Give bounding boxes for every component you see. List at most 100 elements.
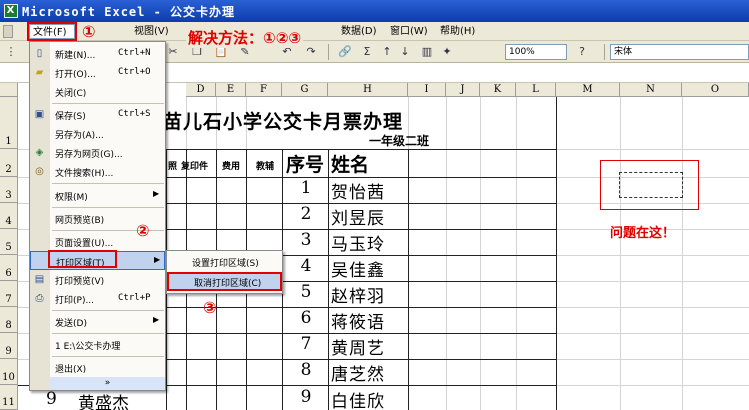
cell-seq[interactable]: 9 [286,387,326,407]
column-header-m[interactable]: M [556,83,620,97]
menu-view[interactable]: 视图(V) [134,24,169,39]
cell-name[interactable]: 蒋筱语 [331,308,385,333]
cell-seq[interactable]: 9 [46,389,57,409]
cell-name[interactable]: 黄周艺 [331,334,385,359]
cell-name[interactable]: 刘昱辰 [331,204,385,229]
menu-item-recent-file[interactable]: 1 E:\公交卡办理 [30,335,165,354]
cell-seq[interactable]: 1 [286,178,326,198]
menu-item-save-as[interactable]: 另存为(A)... [30,124,165,143]
menu-item-label: 另存为(A)... [55,131,104,141]
column-header-g[interactable]: G [282,83,328,97]
menu-separator [52,183,164,184]
column-header-f[interactable]: F [246,83,282,97]
row-header-3[interactable]: 3 [0,177,18,203]
cell-name[interactable]: 马玉玲 [331,230,385,255]
cell-seq[interactable]: 2 [286,204,326,224]
row-header-1[interactable]: 1 [0,97,18,149]
menu-item-label: 打开(O)... [55,70,96,80]
menu-item-save-as-web[interactable]: ◈ 另存为网页(G)... [30,143,165,162]
cell-seq[interactable]: 7 [286,334,326,354]
menu-item-exit[interactable]: 退出(X) [30,358,165,377]
menu-item-label: 打印(P)... [55,296,95,306]
menu-item-label: 1 E:\公交卡办理 [55,342,121,352]
row-header-7[interactable]: 7 [0,281,18,307]
menu-item-close[interactable]: 关闭(C) [30,82,165,101]
column-header-i[interactable]: I [408,83,446,97]
row-header-9[interactable]: 9 [0,333,18,359]
menu-item-set-print-area[interactable]: 设置打印区域(S) [167,252,282,271]
cell-name[interactable]: 白佳欣 [331,387,385,410]
row-header-11[interactable]: 11 [0,385,18,410]
column-header-k[interactable]: K [480,83,516,97]
title-bar: X Microsoft Excel - 公交卡办理 [0,0,749,22]
format-painter-icon[interactable]: ✂ [166,45,180,59]
table-border [328,149,329,410]
excel-icon: X [4,4,18,18]
menu-help[interactable]: 帮助(H) [440,24,475,39]
row-header-5[interactable]: 5 [0,229,18,255]
select-all-corner[interactable] [0,83,18,97]
row-header-8[interactable]: 8 [0,307,18,333]
cell-seq[interactable]: 5 [286,282,326,302]
menu-data[interactable]: 数据(D) [341,24,377,39]
cell-seq[interactable]: 4 [286,256,326,276]
drawing-icon[interactable]: ✦ [440,45,454,59]
gridline [516,97,517,410]
column-header-e[interactable]: E [216,83,246,97]
cell-name[interactable]: 赵梓羽 [331,282,385,307]
menu-item-permission[interactable]: 权限(M) ▶ [30,186,165,205]
hyperlink-icon[interactable]: 🔗 [338,45,352,59]
sort-descending-icon[interactable]: ↓ [398,45,412,59]
menu-item-open[interactable]: ▰ 打开(O)... Ctrl+O [30,63,165,82]
menu-item-send[interactable]: 发送(D) ▶ [30,312,165,331]
menu-item-label: 关闭(C) [55,89,87,99]
row-header-2[interactable]: 2 [0,149,18,177]
menu-item-label: 网页预览(B) [55,216,105,226]
menu-item-label: 取消打印区域(C) [194,279,262,289]
help-icon[interactable]: ? [575,45,589,59]
column-header-o[interactable]: O [682,83,749,97]
menu-item-label: 发送(D) [55,319,87,329]
redo-icon[interactable]: ↷ [304,45,318,59]
column-header-l[interactable]: L [516,83,556,97]
menu-item-print[interactable]: ⎙ 打印(P)... Ctrl+P [30,289,165,308]
cell-seq[interactable]: 8 [286,360,326,380]
cell-name[interactable]: 唐芝然 [331,360,385,385]
sort-ascending-icon[interactable]: ↑ [380,45,394,59]
row-header-6[interactable]: 6 [0,255,18,281]
row-header-10[interactable]: 10 [0,359,18,385]
menu-separator [52,333,164,334]
cell-seq[interactable]: 3 [286,230,326,250]
font-name-select[interactable]: 宋体 [610,44,749,60]
menu-item-save[interactable]: ▣ 保存(S) Ctrl+S [30,105,165,124]
menu-item-file-search[interactable]: ◎ 文件搜索(H)... [30,162,165,181]
menu-file[interactable]: 文件(F) [27,22,77,41]
zoom-select[interactable]: 100% [505,44,567,60]
menu-item-clear-print-area[interactable]: 取消打印区域(C) [167,272,282,291]
header-seq: 序号 [286,154,325,176]
annotation-step-1: ① [82,22,96,41]
autosum-icon[interactable]: Σ [360,45,374,59]
menu-item-new[interactable]: ▯ 新建(N)... Ctrl+N [30,44,165,63]
cell-name[interactable]: 吴佳鑫 [331,256,385,281]
toolbar-separator [328,44,329,60]
print-preview-icon: ▤ [34,274,45,285]
gridline [446,97,447,410]
cell-seq[interactable]: 6 [286,308,326,328]
cell-name[interactable]: 黄盛杰 [78,389,129,410]
column-header-j[interactable]: J [446,83,480,97]
column-header-h[interactable]: H [328,83,408,97]
menu-item-label: 另存为网页(G)... [55,150,123,160]
menu-item-print-preview[interactable]: ▤ 打印预览(V) [30,270,165,289]
menu-window[interactable]: 窗口(W) [390,24,428,39]
header-photo: 照 [168,162,178,172]
table-border [408,149,409,410]
row-header-4[interactable]: 4 [0,203,18,229]
cell-name[interactable]: 贺怡茜 [331,178,385,203]
column-header-n[interactable]: N [620,83,682,97]
expand-menu-chevron-icon[interactable]: » [50,377,165,390]
chart-wizard-icon[interactable]: ▥ [420,45,434,59]
column-header-d[interactable]: D [186,83,216,97]
submenu-arrow-icon: ▶ [153,315,160,324]
annotation-problem: 问题在这！ [610,226,676,241]
